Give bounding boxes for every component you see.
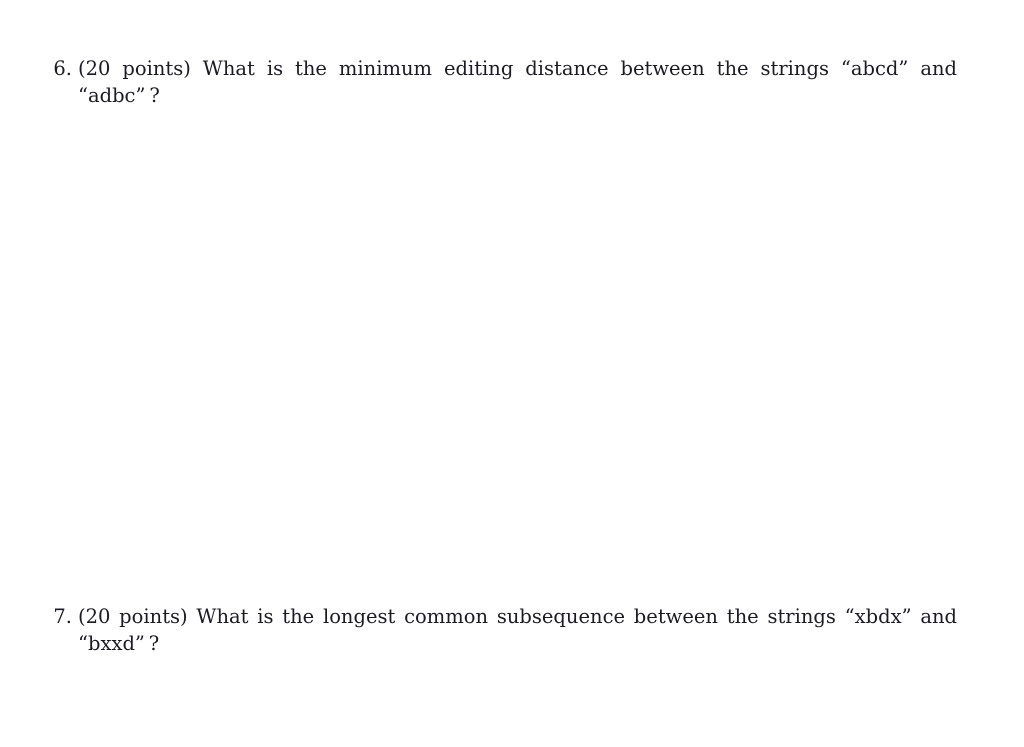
question-item-6: 6. (20 points) What is the minimum editi… — [48, 55, 957, 109]
answer-space-6 — [48, 109, 957, 603]
answer-space-7 — [48, 657, 957, 747]
question-number-6: 6. — [53, 57, 72, 80]
question-list: 6. (20 points) What is the minimum editi… — [48, 55, 957, 747]
question-item-7: 7. (20 points) What is the longest commo… — [48, 603, 957, 657]
document-page: 6. (20 points) What is the minimum editi… — [0, 0, 1024, 738]
question-number-7: 7. — [53, 605, 72, 628]
question-text-7: (20 points) What is the longest common s… — [78, 605, 957, 655]
question-text-6: (20 points) What is the minimum editing … — [78, 57, 957, 107]
